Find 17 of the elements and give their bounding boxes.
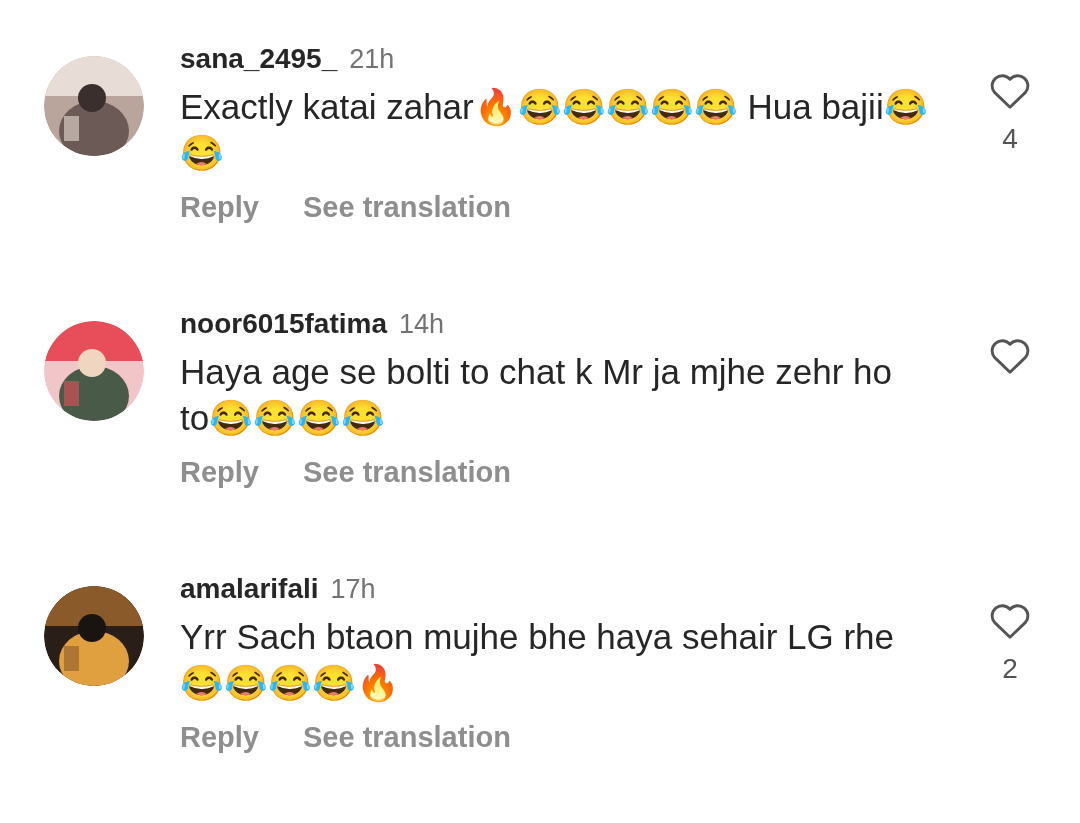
like-count: 4: [1002, 122, 1018, 156]
comment-time: 14h: [398, 308, 445, 341]
see-translation-button[interactable]: See translation: [303, 716, 511, 760]
username[interactable]: noor6015fatima: [180, 303, 387, 345]
reply-button[interactable]: Reply: [180, 716, 259, 760]
comment-text: Yrr Sach btaon mujhe bhe haya sehair LG rhe😂😂😂😂🔥: [180, 616, 896, 705]
comment-text: Haya age se bolti to chat k Mr ja mjhe zehr ho to😂😂😂😂: [180, 351, 893, 439]
see-translation-button[interactable]: See translation: [303, 451, 511, 495]
username[interactable]: sana_2495_: [180, 38, 338, 80]
comment-time: 17h: [330, 573, 376, 606]
reply-button[interactable]: Reply: [180, 451, 259, 495]
comment-text: Exactly katai zahar🔥😂😂😂😂😂 Hua bajii😂😂: [180, 86, 929, 174]
username[interactable]: amalarifali: [180, 568, 319, 610]
comment-time: 21h: [349, 43, 395, 76]
reply-button[interactable]: Reply: [180, 186, 259, 230]
like-count: 2: [1002, 652, 1018, 686]
see-translation-button[interactable]: See translation: [303, 186, 511, 230]
